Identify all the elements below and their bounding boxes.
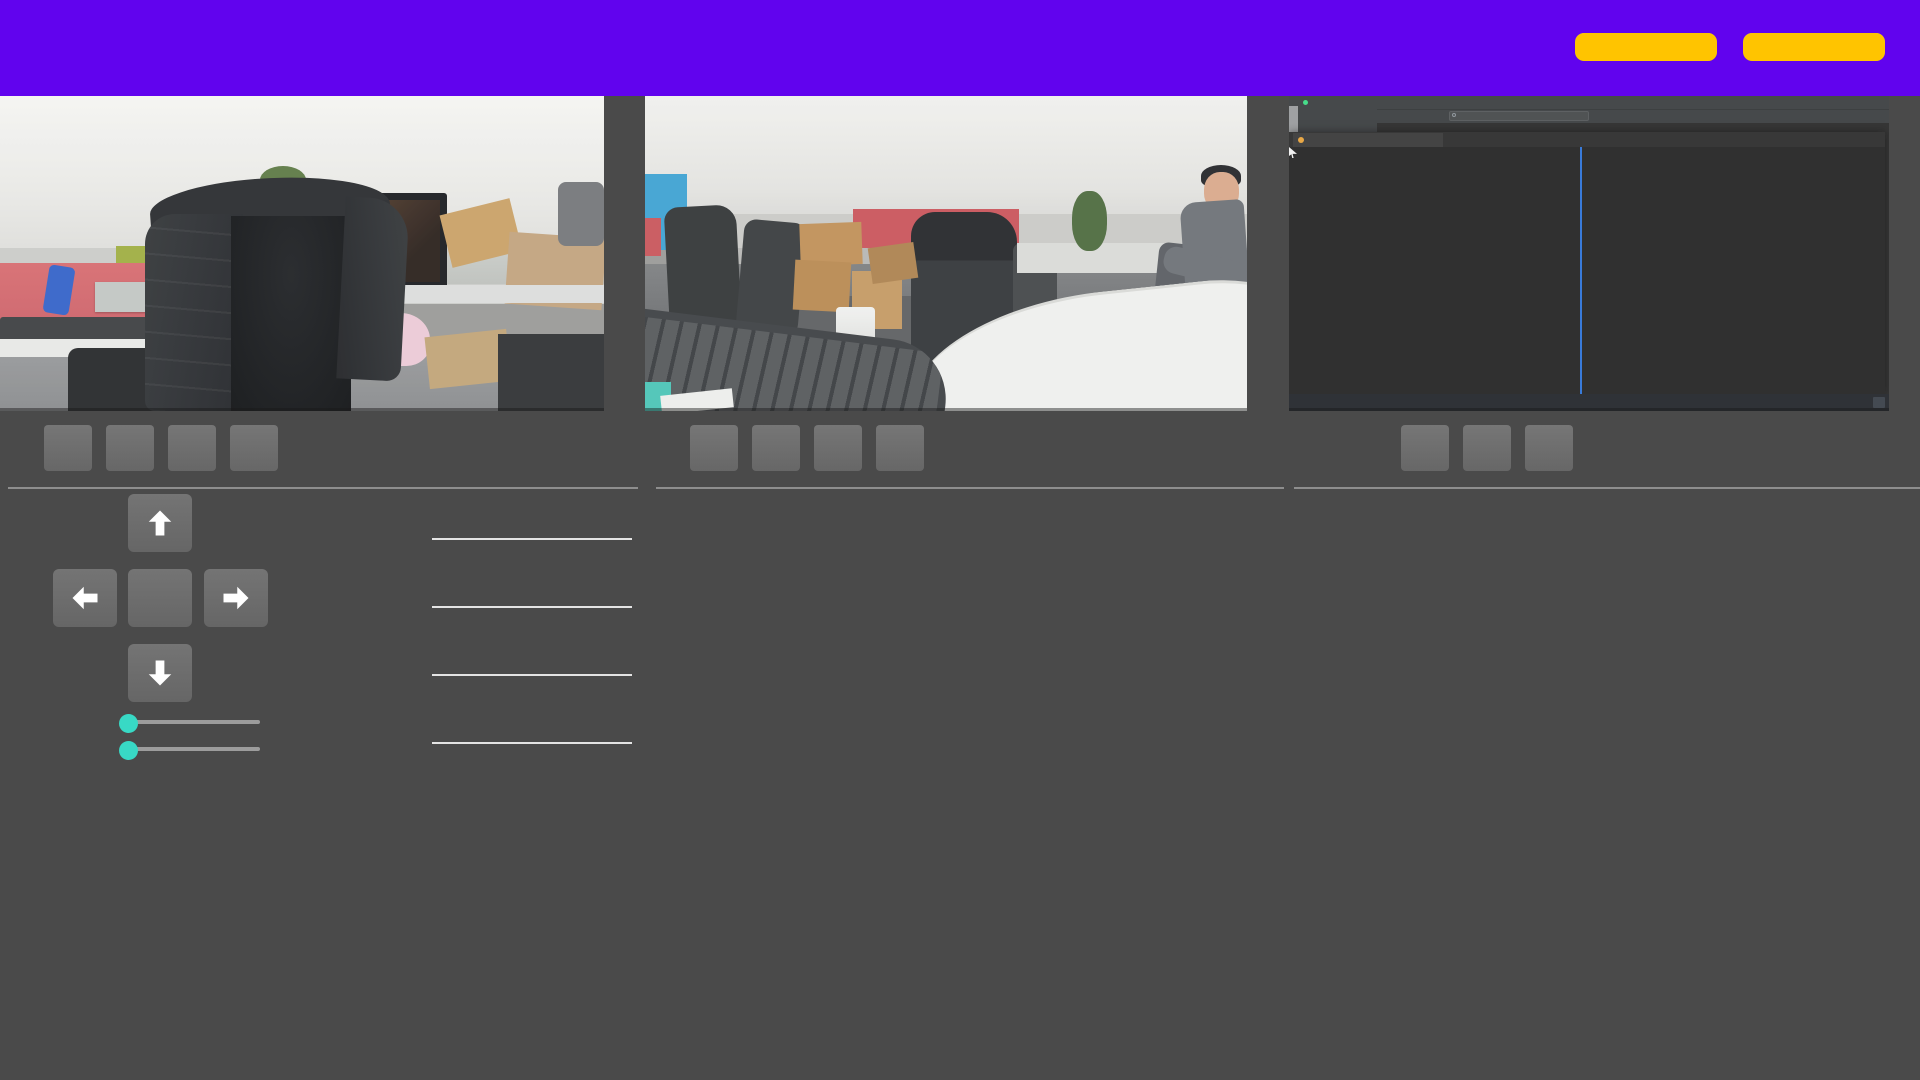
camera2-start-button[interactable] xyxy=(690,425,738,471)
divider-camera2 xyxy=(656,487,1284,489)
camera3-fullscreen-button[interactable] xyxy=(1525,425,1573,471)
pan-up-button[interactable] xyxy=(128,494,192,552)
terminal-body xyxy=(1289,147,1885,394)
camera1-feed xyxy=(0,96,604,411)
camera2-controls xyxy=(690,425,924,471)
camera1-start-button[interactable] xyxy=(44,425,92,471)
red-wall-left xyxy=(645,218,661,256)
kongqa-app xyxy=(0,0,1920,1080)
tilt-down-button[interactable] xyxy=(128,644,192,702)
pane-divider xyxy=(1580,147,1582,394)
focus-slider-row xyxy=(0,739,340,759)
jacket-left xyxy=(145,214,243,411)
zoom-slider-row xyxy=(0,712,340,732)
person-edge xyxy=(558,182,604,246)
camera3-stop-button[interactable] xyxy=(1463,425,1511,471)
camera1-scene xyxy=(0,96,604,411)
jacket-right xyxy=(336,196,409,381)
chair-left xyxy=(68,348,156,411)
tilt-input[interactable] xyxy=(432,571,632,608)
name-plate xyxy=(95,282,147,312)
chair-corner xyxy=(498,334,604,411)
pan-right-button[interactable] xyxy=(204,569,268,627)
plant xyxy=(1072,191,1107,251)
arrow-down-icon xyxy=(145,658,175,688)
search-icon xyxy=(1452,113,1456,117)
android-icon xyxy=(1303,100,1308,105)
ipython-icon xyxy=(1298,137,1304,143)
center-button[interactable] xyxy=(128,569,192,627)
terminal-right-pane xyxy=(1588,151,1882,391)
camera2-fullscreen-button[interactable] xyxy=(876,425,924,471)
arrow-right-icon xyxy=(221,583,251,613)
terminal-window xyxy=(1289,132,1885,394)
pan-left-button[interactable] xyxy=(53,569,117,627)
focus-slider-thumb[interactable] xyxy=(119,741,138,760)
cardboard-box xyxy=(793,260,852,313)
zoom-slider-thumb[interactable] xyxy=(119,714,138,733)
pan-input[interactable] xyxy=(432,503,632,540)
arrow-left-icon xyxy=(70,583,100,613)
camera3-controls xyxy=(1401,425,1573,471)
camera2-scene xyxy=(645,96,1247,411)
camera1-photo-button[interactable] xyxy=(168,425,216,471)
wifi-progress-bar xyxy=(1743,33,1885,61)
taskbar xyxy=(1289,394,1889,411)
divider-camera1 xyxy=(8,487,638,489)
camera2-photo-button[interactable] xyxy=(814,425,862,471)
divider-camera3 xyxy=(1294,487,1920,489)
camera3-scene xyxy=(1289,96,1889,411)
focus-slider-track[interactable] xyxy=(128,747,260,751)
arrow-up-icon xyxy=(145,508,175,538)
zoom-slider-track[interactable] xyxy=(128,720,260,724)
camera2-stop-button[interactable] xyxy=(752,425,800,471)
camera1-stop-button[interactable] xyxy=(106,425,154,471)
camera3-start-button[interactable] xyxy=(1401,425,1449,471)
wifi-progress-fill xyxy=(1743,33,1885,61)
eth-progress-bar xyxy=(1575,33,1717,61)
terminal-left-pane xyxy=(1294,151,1576,391)
camera2-feed xyxy=(645,96,1247,411)
taskbar-corner-button xyxy=(1873,397,1885,408)
ide-search-field xyxy=(1449,111,1589,121)
eth-progress-fill xyxy=(1575,33,1717,61)
app-header xyxy=(0,0,1920,96)
camera1-controls xyxy=(44,425,278,471)
camera1-fullscreen-button[interactable] xyxy=(230,425,278,471)
ide-tab-bar xyxy=(1289,96,1889,109)
background-window-sliver xyxy=(1289,106,1298,132)
chair-mesh xyxy=(231,216,351,411)
camera3-feed xyxy=(1289,96,1889,411)
terminal-tab xyxy=(1293,133,1443,147)
cardboard-box xyxy=(868,242,919,284)
focus-input[interactable] xyxy=(432,707,632,744)
zoom-input[interactable] xyxy=(432,639,632,676)
terminal-titlebar xyxy=(1289,132,1885,147)
